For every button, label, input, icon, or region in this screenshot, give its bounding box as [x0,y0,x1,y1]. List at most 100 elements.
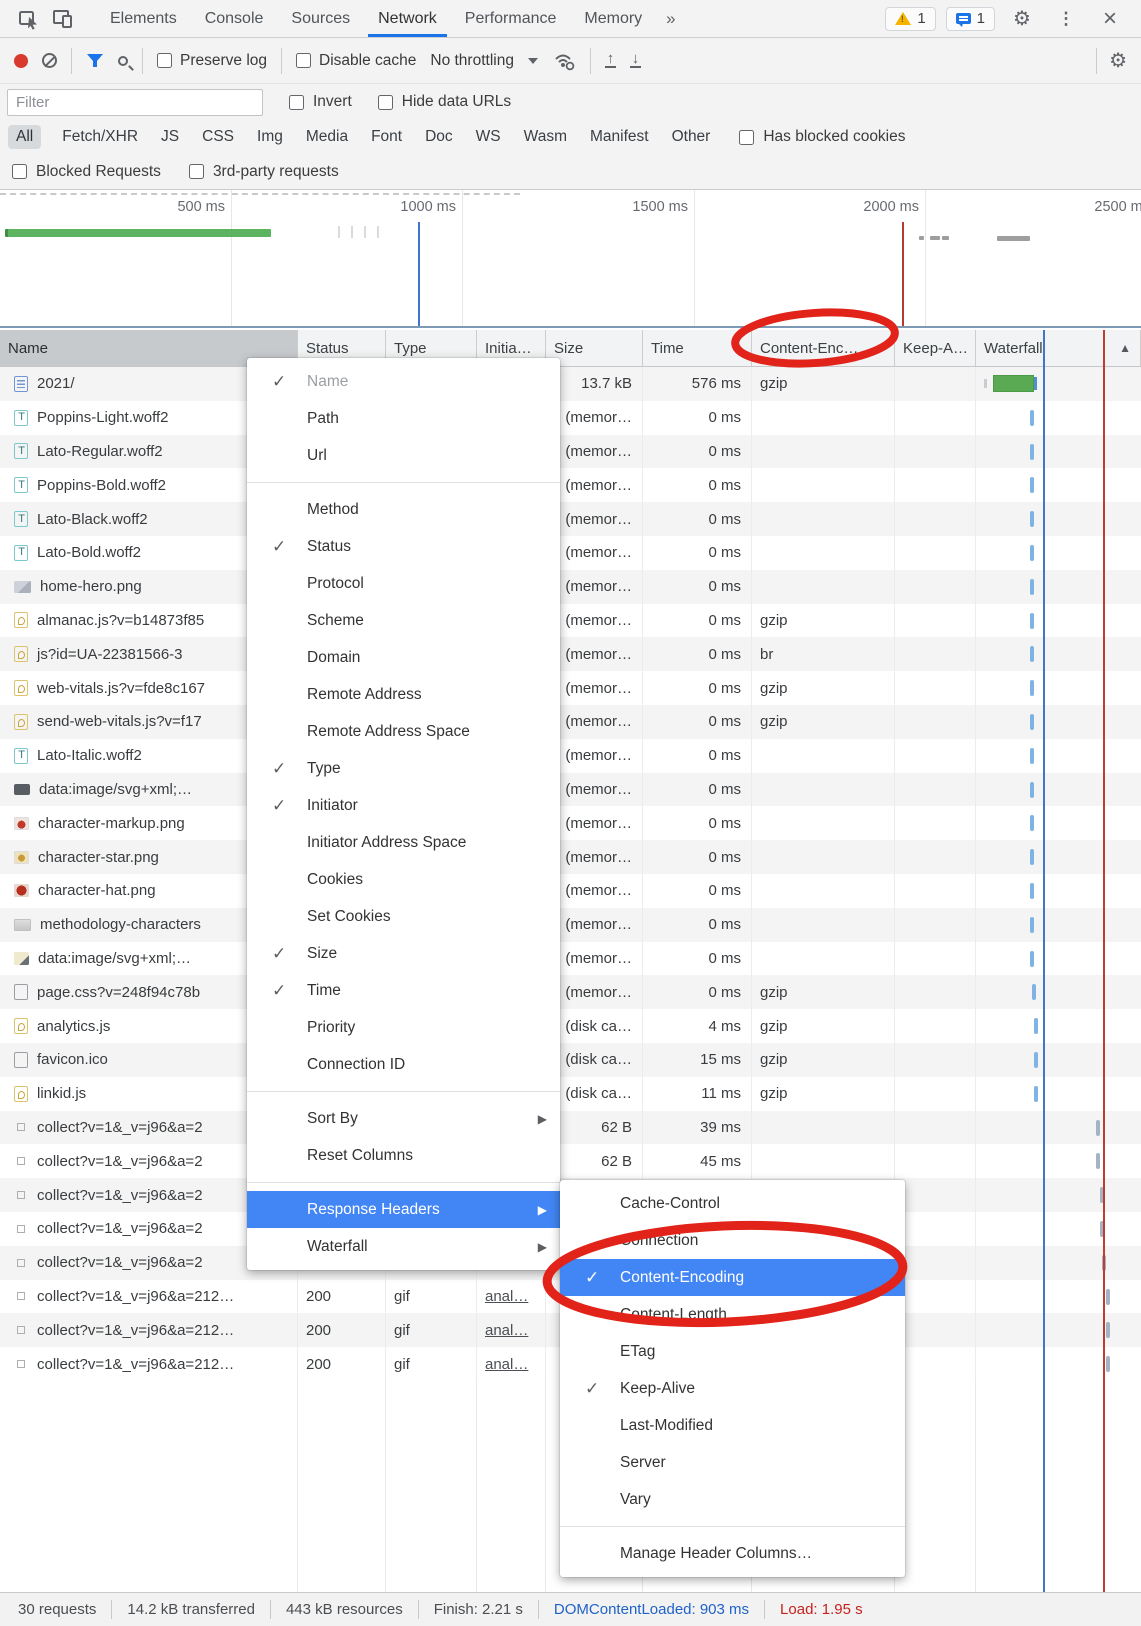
submenu-item-server[interactable]: Server [560,1444,905,1481]
request-row[interactable]: collect?v=1&_v=j96&a=262 B39 ms [0,1111,1141,1145]
menu-item-scheme[interactable]: Scheme [247,602,560,639]
column-header-waterfall[interactable]: Waterfall▲ [976,330,1141,367]
hide-data-urls-control[interactable]: Hide data URLs [378,93,511,111]
initiator-link[interactable]: anal… [485,1322,528,1339]
request-row[interactable]: js?id=UA-22381566-3(memor…0 msbr [0,637,1141,671]
request-row[interactable]: Lato-Bold.woff2(memor…0 ms [0,536,1141,570]
tab-console[interactable]: Console [191,0,278,37]
search-icon[interactable] [118,56,128,66]
request-row[interactable]: page.css?v=248f94c78b(memor…0 msgzip [0,975,1141,1009]
preserve-log-checkbox[interactable] [157,53,172,68]
filter-pill-font[interactable]: Font [369,125,404,149]
request-row[interactable]: collect?v=1&_v=j96&a=262 B45 ms [0,1144,1141,1178]
column-header-contentenc[interactable]: Content-Enc… [752,330,895,367]
request-row[interactable]: character-hat.png(memor…0 ms [0,874,1141,908]
submenu-item-cache-control[interactable]: Cache-Control [560,1185,905,1222]
menu-item-response-headers[interactable]: Response Headers▶ [247,1191,560,1228]
initiator-link[interactable]: anal… [485,1356,528,1373]
request-row[interactable]: home-hero.png(memor…0 ms [0,570,1141,604]
menu-item-waterfall[interactable]: Waterfall▶ [247,1228,560,1265]
menu-item-protocol[interactable]: Protocol [247,565,560,602]
request-row[interactable]: linkid.js(disk ca…11 msgzip [0,1077,1141,1111]
third-party-control[interactable]: 3rd-party requests [189,163,339,181]
tab-memory[interactable]: Memory [570,0,656,37]
menu-item-size[interactable]: ✓Size [247,935,560,972]
request-row[interactable]: favicon.ico(disk ca…15 msgzip [0,1043,1141,1077]
request-row[interactable]: data:image/svg+xml;…(memor…0 ms [0,942,1141,976]
menu-item-priority[interactable]: Priority [247,1009,560,1046]
request-row[interactable]: data:image/svg+xml;…(memor…0 ms [0,773,1141,807]
menu-item-set-cookies[interactable]: Set Cookies [247,898,560,935]
filter-pill-js[interactable]: JS [159,125,181,149]
tab-sources[interactable]: Sources [277,0,364,37]
menu-item-url[interactable]: Url [247,437,560,474]
disable-cache-checkbox[interactable] [296,53,311,68]
request-row[interactable]: Lato-Black.woff2(memor…0 ms [0,502,1141,536]
filter-pill-css[interactable]: CSS [200,125,236,149]
request-row[interactable]: almanac.js?v=b14873f85(memor…0 msgzip [0,604,1141,638]
tab-network[interactable]: Network [364,0,451,37]
filter-pill-manifest[interactable]: Manifest [588,125,651,149]
column-header-keepa[interactable]: Keep-A… [895,330,976,367]
submenu-item-last-modified[interactable]: Last-Modified [560,1407,905,1444]
submenu-item-vary[interactable]: Vary [560,1481,905,1518]
submenu-item-etag[interactable]: ETag [560,1333,905,1370]
menu-item-time[interactable]: ✓Time [247,972,560,1009]
request-row[interactable]: methodology-characters(memor…0 ms [0,908,1141,942]
invert-control[interactable]: Invert [289,93,352,111]
filter-input[interactable] [7,89,263,116]
request-row[interactable]: Poppins-Light.woff2(memor…0 ms [0,401,1141,435]
export-har-icon[interactable]: ↓ [630,53,641,68]
messages-badge[interactable]: 1 [946,7,995,31]
menu-item-method[interactable]: Method [247,491,560,528]
column-header-size[interactable]: Size [546,330,643,367]
request-row[interactable]: analytics.js(disk ca…4 msgzip [0,1009,1141,1043]
disable-cache-control[interactable]: Disable cache [296,52,416,70]
request-row[interactable]: Lato-Italic.woff2(memor…0 ms [0,739,1141,773]
inspect-element-icon[interactable] [12,4,46,34]
menu-item-reset-columns[interactable]: Reset Columns [247,1137,560,1174]
filter-pill-wasm[interactable]: Wasm [522,125,569,149]
submenu-item-manage-header-columns-[interactable]: Manage Header Columns… [560,1535,905,1572]
menu-item-domain[interactable]: Domain [247,639,560,676]
filter-pill-all[interactable]: All [8,125,41,149]
request-row[interactable]: web-vitals.js?v=fde8c167(memor…0 msgzip [0,671,1141,705]
has-blocked-cookies-checkbox[interactable] [739,130,754,145]
kebab-menu-icon[interactable]: ⋮ [1049,4,1083,34]
network-overview-timeline[interactable]: 500 ms1000 ms1500 ms2000 ms2500 ms [0,190,1141,328]
filter-pill-doc[interactable]: Doc [423,125,455,149]
hide-data-urls-checkbox[interactable] [378,95,393,110]
menu-item-initiator-address-space[interactable]: Initiator Address Space [247,824,560,861]
settings-gear-icon[interactable]: ⚙ [1005,4,1039,34]
request-row[interactable]: send-web-vitals.js?v=f17(memor…0 msgzip [0,705,1141,739]
throttling-dropdown[interactable]: No throttling [430,52,538,70]
request-row[interactable]: 2021/13.7 kB576 msgzip [0,367,1141,401]
menu-item-initiator[interactable]: ✓Initiator [247,787,560,824]
tab-performance[interactable]: Performance [451,0,571,37]
filter-pill-fetch-xhr[interactable]: Fetch/XHR [60,125,140,149]
network-conditions-icon[interactable] [552,50,576,72]
clear-network-log-icon[interactable] [42,53,57,68]
menu-item-remote-address-space[interactable]: Remote Address Space [247,713,560,750]
invert-checkbox[interactable] [289,95,304,110]
more-tabs-chevron-icon[interactable]: » [656,9,685,29]
filter-pill-media[interactable]: Media [304,125,350,149]
request-row[interactable]: character-markup.png(memor…0 ms [0,806,1141,840]
request-row[interactable]: Poppins-Bold.woff2(memor…0 ms [0,468,1141,502]
preserve-log-control[interactable]: Preserve log [157,52,267,70]
close-devtools-icon[interactable]: × [1093,4,1127,34]
menu-item-connection-id[interactable]: Connection ID [247,1046,560,1083]
import-har-icon[interactable]: ↑ [605,53,616,68]
menu-item-type[interactable]: ✓Type [247,750,560,787]
menu-item-status[interactable]: ✓Status [247,528,560,565]
submenu-item-content-length[interactable]: Content-Length [560,1296,905,1333]
menu-item-name[interactable]: ✓Name [247,363,560,400]
device-toolbar-icon[interactable] [46,4,80,34]
network-settings-gear-icon[interactable]: ⚙ [1109,48,1127,73]
submenu-item-content-encoding[interactable]: ✓Content-Encoding [560,1259,905,1296]
menu-item-remote-address[interactable]: Remote Address [247,676,560,713]
blocked-requests-checkbox[interactable] [12,164,27,179]
record-network-log-icon[interactable] [14,54,28,68]
filter-pill-other[interactable]: Other [670,125,713,149]
third-party-checkbox[interactable] [189,164,204,179]
